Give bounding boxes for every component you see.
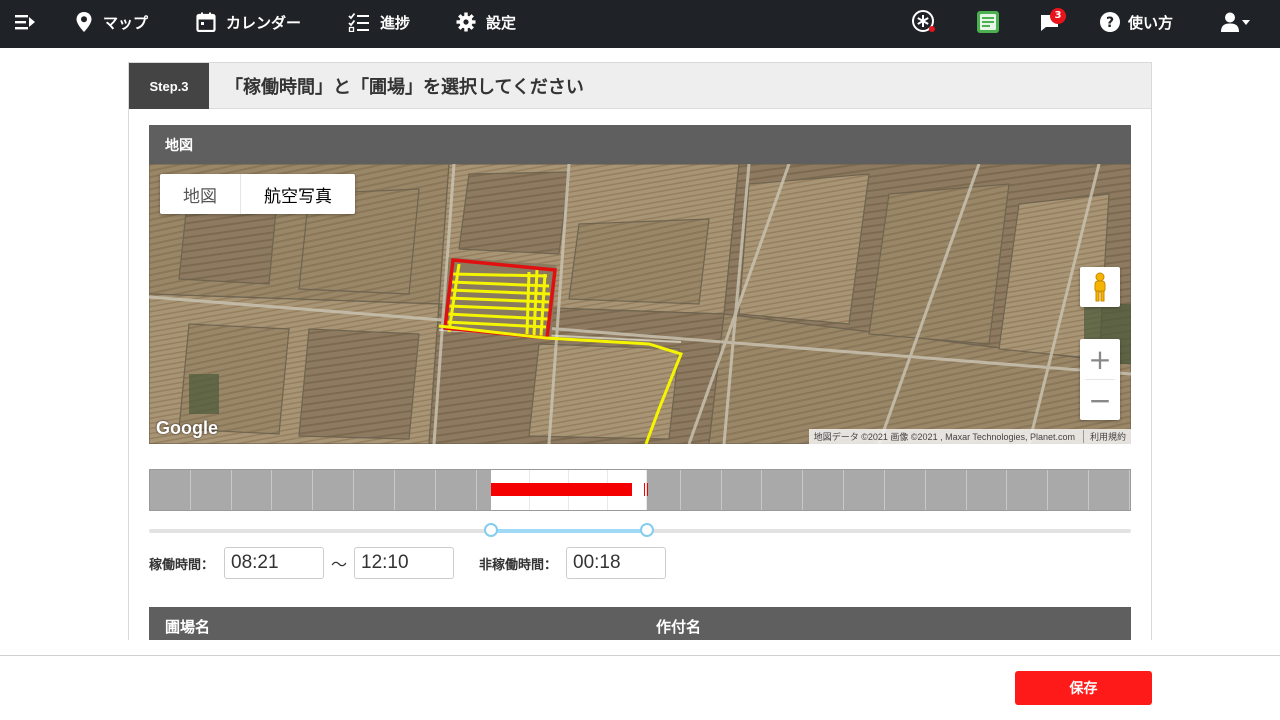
timeline-hour-cell <box>967 470 1008 510</box>
help-button[interactable]: ? 使い方 <box>1099 0 1173 44</box>
timeline-operation-bar <box>490 483 632 496</box>
timeline-hour-cell <box>232 470 273 510</box>
nav-item-settings[interactable]: 設定 <box>456 0 516 44</box>
timeline-hour-cell <box>354 470 395 510</box>
timeline-hour-cell <box>313 470 355 510</box>
help-icon: ? <box>1100 12 1120 32</box>
step-title: 「稼働時間」と「圃場」を選択してください <box>225 77 584 98</box>
nav-item-calendar[interactable]: カレンダー <box>196 0 301 44</box>
asterisk-circle-icon[interactable] <box>911 0 937 44</box>
timeline-operation-tick <box>647 483 649 496</box>
slider-start-handle[interactable] <box>483 523 498 537</box>
message-bell-icon[interactable]: 3 <box>1039 0 1066 44</box>
nav-item-progress[interactable]: 進捗 <box>348 0 410 44</box>
timeline-hour-cell <box>150 470 191 510</box>
timeline-hour-cell <box>885 470 926 510</box>
zoom-out-button[interactable]: − <box>1080 380 1120 420</box>
menu-collapse-icon[interactable] <box>14 0 38 44</box>
timeline-hour-cell <box>803 470 845 510</box>
timeline-hour-cell <box>1048 470 1090 510</box>
field-table-header: 圃場名 作付名 <box>149 607 1131 640</box>
idle-time-label: 非稼働時間： <box>479 557 558 573</box>
timeline-hour-cell <box>436 470 477 510</box>
timeline-hour-cell <box>926 470 967 510</box>
map-section-header: 地図 <box>149 125 1131 164</box>
map-type-map-button[interactable]: 地図 <box>160 174 240 214</box>
google-logo: Google <box>156 418 218 438</box>
timeline-operation-tick <box>644 483 646 496</box>
help-label: 使い方 <box>1128 13 1174 32</box>
timeline-hour-cell <box>395 470 436 510</box>
work-start-input[interactable] <box>224 547 324 579</box>
save-button[interactable]: 保存 <box>1015 671 1152 705</box>
checklist-icon <box>348 12 369 32</box>
timeline-hour-cell <box>1089 470 1130 510</box>
zoom-in-button[interactable]: + <box>1080 339 1120 379</box>
green-card-icon[interactable] <box>976 0 1000 44</box>
work-end-input[interactable] <box>354 547 454 579</box>
timeline-hour-cell <box>272 470 314 510</box>
map-attribution: 地図データ ©2021 画像 ©2021 , Maxar Technologie… <box>808 429 1131 444</box>
step-panel: Step.3 「稼働時間」と「圃場」を選択してください 地図 地図 航空写真 +… <box>128 62 1152 640</box>
notification-badge: 3 <box>1050 8 1066 24</box>
slider-selected-range <box>490 529 647 533</box>
map-type-control: 地図 航空写真 <box>160 174 355 214</box>
timeline-hour-cell <box>1007 470 1049 510</box>
slider-end-handle[interactable] <box>639 523 654 537</box>
map-type-satellite-button[interactable]: 航空写真 <box>240 174 355 214</box>
user-icon <box>1221 12 1250 32</box>
time-range-slider[interactable] <box>149 523 1131 537</box>
street-view-pegman-icon[interactable] <box>1080 267 1120 307</box>
svg-text:?: ? <box>1106 15 1114 31</box>
timeline-hour-cell <box>191 470 232 510</box>
timeline-hour-cell <box>722 470 763 510</box>
column-header-field-name: 圃場名 <box>165 618 211 636</box>
step-tag: Step.3 <box>129 63 209 109</box>
footer-bar: 保存 <box>0 655 1280 720</box>
user-menu[interactable] <box>1220 0 1254 44</box>
timeline-hour-cell <box>844 470 885 510</box>
step-header: Step.3 「稼働時間」と「圃場」を選択してください <box>129 63 1151 109</box>
nav-item-map[interactable]: マップ <box>75 0 148 44</box>
terms-link[interactable]: 利用規約 <box>1082 430 1126 443</box>
nav-label: 進捗 <box>380 13 411 32</box>
timeline-hour-cell <box>762 470 804 510</box>
nav-label: 設定 <box>486 13 517 32</box>
top-navigation-bar: マップ カレンダー 進捗 設定 3 ? 使い方 <box>0 0 1280 48</box>
idle-time-input[interactable] <box>566 547 666 579</box>
nav-label: マップ <box>103 13 149 32</box>
work-time-label: 稼働時間： <box>149 557 215 573</box>
attribution-text: 地図データ ©2021 画像 ©2021 , Maxar Technologie… <box>813 432 1075 442</box>
zoom-control: + − <box>1080 339 1120 420</box>
timeline-hour-cell <box>681 470 722 510</box>
operation-timeline[interactable] <box>149 469 1131 511</box>
nav-label: カレンダー <box>226 13 302 32</box>
time-inputs-row: 稼働時間： 〜 非稼働時間： <box>149 547 1131 579</box>
calendar-icon <box>196 12 216 32</box>
map-view[interactable]: 地図 航空写真 + − Google 地図データ ©2021 画像 ©2021 … <box>149 164 1131 444</box>
gear-icon <box>456 12 476 32</box>
map-pin-icon <box>76 12 92 32</box>
column-header-crop-name: 作付名 <box>656 618 702 636</box>
time-separator: 〜 <box>331 555 348 574</box>
